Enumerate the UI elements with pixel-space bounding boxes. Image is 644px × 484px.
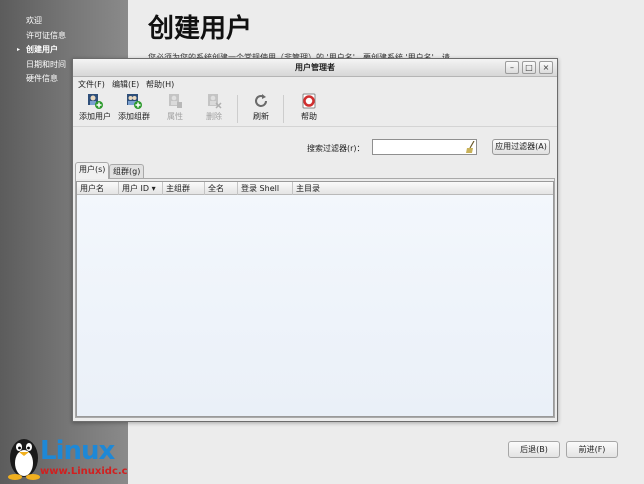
- sort-down-icon: ▾: [151, 184, 156, 193]
- list-body[interactable]: [77, 195, 553, 416]
- toolbar-label: 属性: [167, 112, 183, 121]
- maximize-icon[interactable]: □: [522, 61, 536, 74]
- dialog-titlebar[interactable]: 用户管理者 – □ ×: [73, 59, 557, 77]
- add-group-icon: [127, 94, 142, 109]
- column-username[interactable]: 用户名: [77, 182, 119, 195]
- step-label: 欢迎: [26, 16, 42, 25]
- clear-filter-icon[interactable]: [465, 141, 476, 153]
- toolbar: 添加用户 添加组群 属性 删除 刷新 帮助: [73, 91, 557, 127]
- column-home-dir[interactable]: 主目录: [293, 182, 555, 195]
- delete-icon: [208, 94, 222, 109]
- add-group-button[interactable]: 添加组群: [116, 93, 152, 123]
- page-title: 创建用户: [148, 14, 253, 44]
- step-license: 许可证信息: [14, 29, 66, 44]
- user-list[interactable]: 用户名 用户 ID ▾ 主组群 全名 登录 Shell 主目录: [76, 181, 554, 417]
- step-list: 欢迎 许可证信息 ▸ 创建用户 日期和时间 硬件信息: [14, 14, 66, 87]
- menu-help[interactable]: 帮助(H): [146, 79, 174, 90]
- menu-file[interactable]: 文件(F): [78, 79, 105, 90]
- brand-wordmark: Linux: [40, 436, 115, 466]
- step-label: 创建用户: [26, 45, 58, 54]
- tab-users[interactable]: 用户(s): [75, 162, 110, 179]
- current-step-arrow-icon: ▸: [17, 46, 21, 53]
- column-label: 主组群: [166, 184, 190, 193]
- step-date-time: 日期和时间: [14, 58, 66, 73]
- step-create-user: ▸ 创建用户: [14, 43, 66, 58]
- help-icon: [302, 93, 316, 109]
- users-tab-panel: 用户名 用户 ID ▾ 主组群 全名 登录 Shell 主目录: [75, 178, 555, 418]
- back-button[interactable]: 后退(B): [508, 441, 560, 458]
- delete-button[interactable]: 删除: [202, 93, 226, 123]
- menu-edit[interactable]: 编辑(E): [112, 79, 139, 90]
- properties-icon: [169, 94, 182, 108]
- tab-groups[interactable]: 组群(g): [109, 164, 145, 178]
- column-user-id[interactable]: 用户 ID ▾: [119, 182, 163, 195]
- refresh-icon: [255, 94, 267, 107]
- toolbar-label: 添加用户: [79, 112, 111, 121]
- dialog-title: 用户管理者: [295, 63, 335, 72]
- add-user-button[interactable]: 添加用户: [77, 93, 113, 123]
- toolbar-separator: [283, 95, 284, 123]
- step-label: 硬件信息: [26, 74, 58, 83]
- column-login-shell[interactable]: 登录 Shell: [238, 182, 293, 195]
- toolbar-label: 删除: [206, 112, 222, 121]
- search-filter-label: 搜索过滤器(r)：: [307, 144, 365, 153]
- column-full-name[interactable]: 全名: [205, 182, 238, 195]
- forward-button[interactable]: 前进(F): [566, 441, 618, 458]
- toolbar-separator: [237, 95, 238, 123]
- toolbar-label: 刷新: [253, 112, 269, 121]
- step-hardware: 硬件信息: [14, 72, 66, 87]
- column-primary-group[interactable]: 主组群: [163, 182, 205, 195]
- column-label: 登录 Shell: [241, 184, 280, 193]
- help-button[interactable]: 帮助: [297, 93, 321, 123]
- column-label: 主目录: [296, 184, 320, 193]
- list-header: 用户名 用户 ID ▾ 主组群 全名 登录 Shell 主目录: [77, 182, 553, 195]
- column-label: 全名: [208, 184, 224, 193]
- toolbar-label: 添加组群: [118, 112, 150, 121]
- step-label: 日期和时间: [26, 59, 66, 69]
- toolbar-label: 帮助: [301, 112, 317, 121]
- minimize-icon[interactable]: –: [505, 61, 519, 74]
- user-manager-dialog: 用户管理者 – □ × 文件(F) 编辑(E) 帮助(H) 添加用户 添加组群 …: [72, 58, 558, 422]
- column-label: 用户 ID: [122, 184, 150, 193]
- apply-filter-button[interactable]: 应用过滤器(A): [492, 139, 550, 155]
- search-filter-input[interactable]: [372, 139, 477, 155]
- step-welcome: 欢迎: [14, 14, 66, 29]
- step-label: 许可证信息: [26, 30, 66, 40]
- add-user-icon: [88, 94, 103, 109]
- close-icon[interactable]: ×: [539, 61, 553, 74]
- properties-button[interactable]: 属性: [163, 93, 187, 123]
- column-label: 用户名: [80, 184, 104, 193]
- menubar: 文件(F) 编辑(E) 帮助(H): [73, 77, 557, 91]
- refresh-button[interactable]: 刷新: [249, 93, 273, 123]
